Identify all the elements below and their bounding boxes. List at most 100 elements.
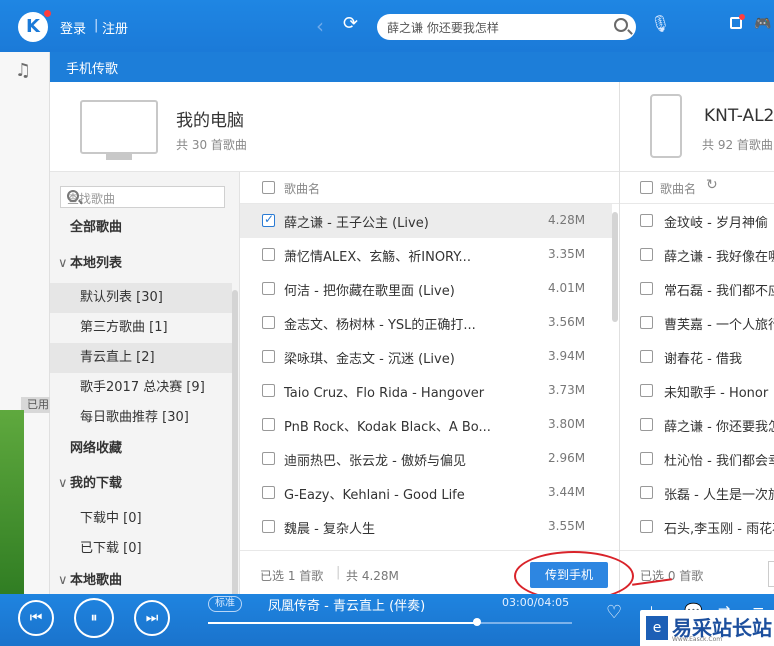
music-note-icon[interactable]: ♫ (15, 60, 31, 81)
phone-action-button[interactable] (768, 561, 774, 587)
prev-button[interactable]: ⏮ (18, 600, 54, 636)
table-row[interactable]: 薛之谦 - 王子公主 (Live) 4.28M (240, 204, 612, 238)
list-item[interactable]: 张磊 - 人生是一次旅 (620, 476, 774, 510)
sidebar-item-network[interactable]: 网络收藏 (50, 434, 232, 464)
back-arrow-icon[interactable]: ‹ (316, 14, 324, 38)
sidebar-item-third-party[interactable]: 第三方歌曲 [1] (50, 313, 232, 343)
row-checkbox[interactable] (262, 316, 275, 329)
list-item[interactable]: 金玟岐 - 岁月神偷 (620, 204, 774, 238)
phone-column-header-name: 歌曲名 (660, 182, 697, 196)
sidebar-item-downloaded[interactable]: 已下载 [0] (50, 534, 232, 564)
phone-select-all-checkbox[interactable] (640, 181, 653, 194)
table-row[interactable]: G-Eazy、Kehlani - Good Life 3.44M (240, 476, 612, 510)
table-row[interactable]: 金志文、杨树林 - YSL的正确打... 3.56M (240, 306, 612, 340)
progress-bar[interactable] (208, 622, 572, 624)
list-item[interactable]: 薛之谦 - 你还要我怎 (620, 408, 774, 442)
chevron-down-icon: ∨ (58, 573, 68, 588)
sidebar-item-default[interactable]: 默认列表 [30] (50, 283, 232, 313)
now-playing-title: 凤凰传奇 - 青云直上 (伴奏) (268, 599, 426, 614)
row-checkbox[interactable] (640, 350, 653, 363)
row-checkbox[interactable] (640, 214, 653, 227)
sidebar: 查找歌曲 全部歌曲 ∨ 本地列表 默认列表 [30] 第三方歌曲 [1] 青云直上… (50, 172, 240, 630)
sidebar-group-local-songs[interactable]: ∨ 本地歌曲 (50, 566, 232, 596)
list-scrollbar[interactable] (612, 212, 618, 322)
song-name: 萧忆情ALEX、玄觞、祈INORY... (284, 250, 471, 265)
row-checkbox[interactable] (640, 520, 653, 533)
select-all-checkbox[interactable] (262, 181, 275, 194)
watermark-logo: e (646, 616, 668, 640)
song-name: 金玟岐 - 岁月神偷 (664, 216, 768, 231)
search-input[interactable]: 薛之谦 你还要我怎样 (387, 19, 499, 36)
sidebar-search-input[interactable]: 查找歌曲 (60, 186, 225, 208)
sidebar-item-all[interactable]: 全部歌曲 (50, 213, 232, 243)
refresh-icon[interactable]: ↻ (706, 177, 718, 193)
search-icon[interactable] (67, 190, 79, 202)
sidebar-item-downloading[interactable]: 下载中 [0] (50, 504, 232, 534)
list-item[interactable]: 谢春花 - 借我 (620, 340, 774, 374)
list-item[interactable]: 常石磊 - 我们都不应 (620, 272, 774, 306)
logo-icon[interactable]: K (18, 12, 48, 42)
sidebar-item-label: 默认列表 [30] (80, 290, 163, 305)
sidebar-scrollbar[interactable] (232, 290, 238, 630)
row-checkbox[interactable] (640, 486, 653, 499)
login-link[interactable]: 登录 (60, 18, 86, 37)
heart-icon[interactable]: ♡ (606, 602, 622, 623)
row-checkbox[interactable] (640, 452, 653, 465)
table-row[interactable]: 魏晨 - 复杂人生 3.55M (240, 510, 612, 544)
sidebar-group-label: 本地歌曲 (70, 573, 123, 588)
table-row[interactable]: 萧忆情ALEX、玄觞、祈INORY... 3.35M (240, 238, 612, 272)
row-checkbox[interactable] (262, 452, 275, 465)
table-row[interactable]: 迪丽热巴、张云龙 - 傲娇与偏见 2.96M (240, 442, 612, 476)
list-item[interactable]: 石头,李玉刚 - 雨花石 (620, 510, 774, 544)
song-size: 3.80M (548, 417, 586, 431)
pc-song-list: 歌曲名 薛之谦 - 王子公主 (Live) 4.28M 萧忆情ALEX、玄觞、祈IN… (240, 172, 634, 601)
list-item[interactable]: 杜沁怡 - 我们都会幸 (620, 442, 774, 476)
phone-name: KNT-AL2 (704, 106, 774, 126)
refresh-icon[interactable]: ⟳ (343, 13, 358, 34)
game-icon[interactable]: 🎮 (754, 16, 771, 32)
list-item[interactable]: 薛之谦 - 我好像在哪 (620, 238, 774, 272)
watermark-url: Www.Easck.Com (672, 636, 723, 643)
row-checkbox[interactable] (262, 282, 275, 295)
next-button[interactable]: ⏭ (134, 600, 170, 636)
list-item[interactable]: 未知歌手 - Honor (620, 374, 774, 408)
phone-icon (650, 94, 682, 158)
search-box[interactable]: 薛之谦 你还要我怎样 (377, 14, 636, 40)
song-name: 薛之谦 - 你还要我怎 (664, 420, 774, 435)
song-name: Taio Cruz、Flo Rida - Hangover (284, 386, 485, 401)
table-row[interactable]: Taio Cruz、Flo Rida - Hangover 3.73M (240, 374, 612, 408)
sidebar-group-download[interactable]: ∨ 我的下载 (50, 469, 232, 499)
sidebar-item-singer-2017[interactable]: 歌手2017 总决赛 [9] (50, 373, 232, 403)
row-checkbox[interactable] (640, 418, 653, 431)
row-checkbox[interactable] (262, 350, 275, 363)
song-name: PnB Rock、Kodak Black、A Bo... (284, 420, 491, 435)
table-row[interactable]: 梁咏琪、金志文 - 沉迷 (Live) 3.94M (240, 340, 612, 374)
progress-knob[interactable] (473, 618, 482, 626)
microphone-icon[interactable]: 🎙 (650, 14, 670, 33)
apps-notification-dot (739, 14, 745, 20)
table-row[interactable]: PnB Rock、Kodak Black、A Bo... 3.80M (240, 408, 612, 442)
row-checkbox[interactable] (640, 282, 653, 295)
sidebar-item-qingyun[interactable]: 青云直上 [2] (50, 343, 232, 373)
row-checkbox[interactable] (262, 418, 275, 431)
selected-count: 已选 1 首歌 (260, 569, 324, 583)
row-checkbox[interactable] (640, 384, 653, 397)
row-checkbox[interactable] (262, 248, 275, 261)
table-row[interactable]: 何洁 - 把你藏在歌里面 (Live) 4.01M (240, 272, 612, 306)
pause-button[interactable]: ⏸ (74, 598, 114, 638)
sidebar-group-local[interactable]: ∨ 本地列表 (50, 249, 232, 279)
song-size: 3.94M (548, 349, 586, 363)
row-checkbox[interactable] (640, 248, 653, 261)
list-item[interactable]: 曹芙嘉 - 一个人旅行 (620, 306, 774, 340)
sidebar-item-daily[interactable]: 每日歌曲推荐 [30] (50, 403, 232, 433)
quality-badge[interactable]: 标准 (208, 596, 242, 612)
sidebar-group-label: 我的下载 (70, 476, 123, 491)
row-checkbox[interactable] (262, 486, 275, 499)
register-link[interactable]: 注册 (102, 18, 128, 37)
search-icon[interactable] (614, 18, 628, 32)
row-checkbox[interactable] (640, 316, 653, 329)
row-checkbox[interactable] (262, 212, 275, 227)
row-checkbox[interactable] (262, 520, 275, 533)
row-checkbox[interactable] (262, 384, 275, 397)
song-size: 3.56M (548, 315, 586, 329)
